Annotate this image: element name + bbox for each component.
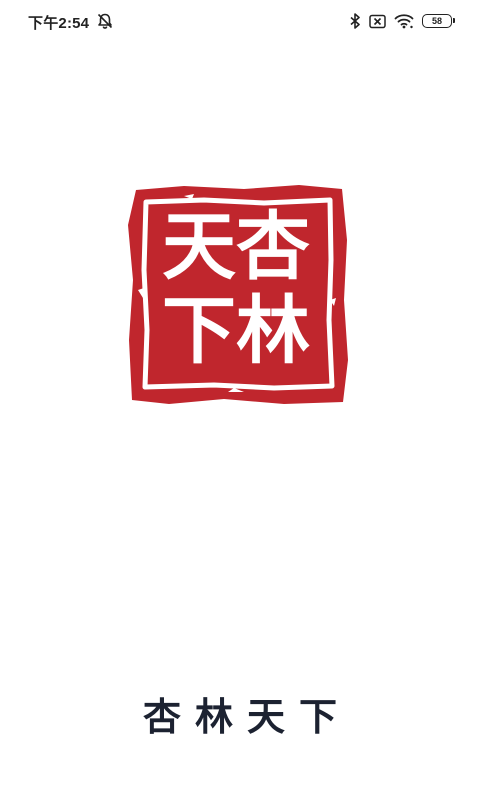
seal-char-xing: 杏 — [236, 204, 310, 290]
app-name: 杏林天下 — [142, 694, 351, 739]
seal-char-tian: 天 — [162, 204, 236, 290]
status-bar: 下午2:54 58 — [0, 0, 480, 42]
bluetooth-icon — [349, 13, 361, 29]
seal-logo: 杏 林 天 下 — [124, 180, 352, 408]
battery-indicator: 58 — [422, 14, 455, 28]
seal-char-lin: 林 — [236, 288, 310, 374]
alarm-off-icon — [96, 12, 114, 30]
splash-screen: 下午2:54 58 杏 林 天 下 杏林天下 — [0, 0, 480, 800]
wifi-icon — [394, 13, 414, 29]
seal-char-xia: 下 — [162, 288, 236, 374]
sim-off-icon — [369, 14, 386, 29]
status-time: 下午2:54 — [28, 15, 90, 32]
status-icons: 58 — [349, 11, 455, 31]
